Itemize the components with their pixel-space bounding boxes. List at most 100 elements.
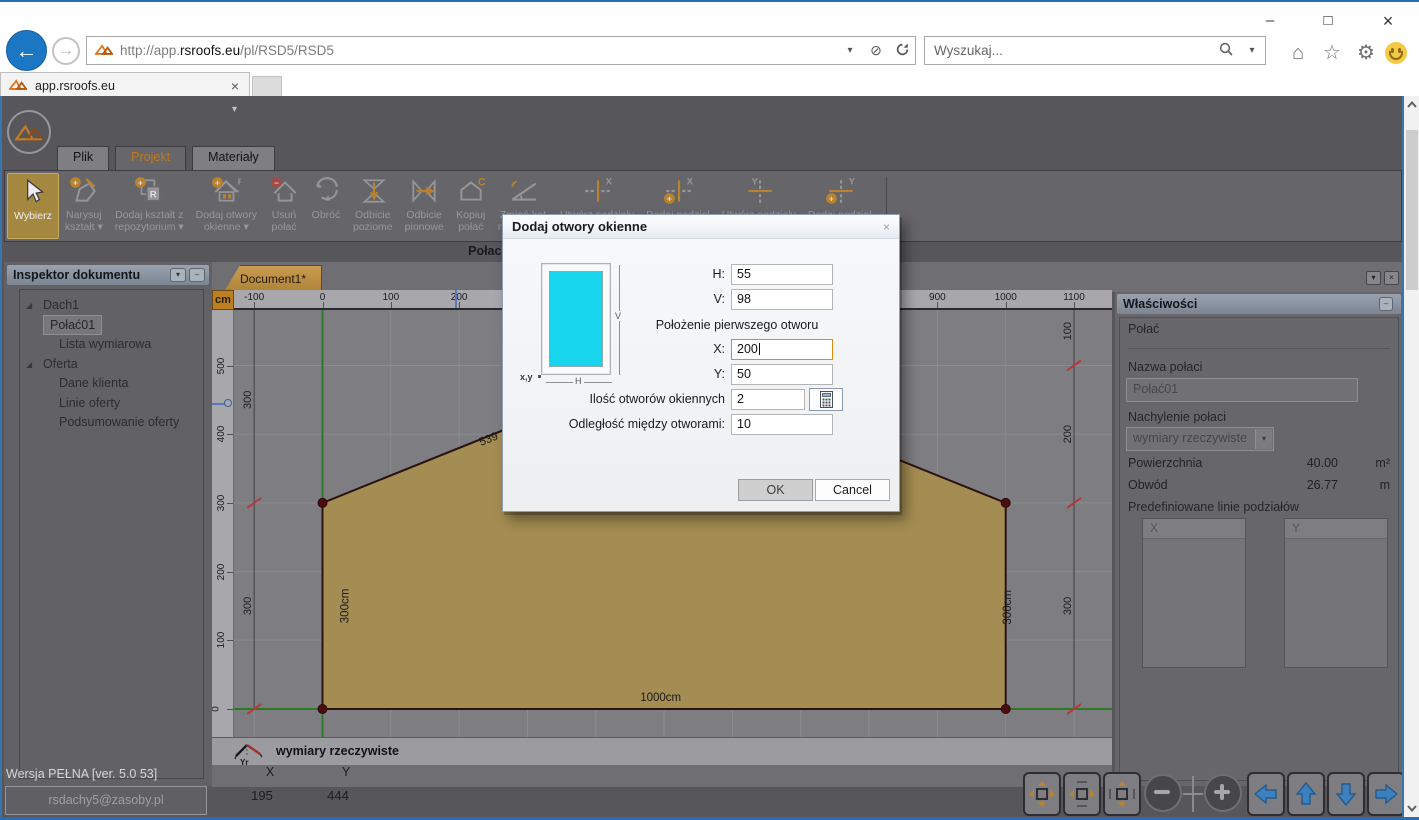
predefined-splits-label: Predefiniowane linie podziałów: [1128, 500, 1299, 514]
ok-button[interactable]: OK: [738, 479, 813, 501]
address-bar[interactable]: http://app.rsroofs.eu/pl/RSD5/RSD5 ▾ ⊘: [86, 36, 916, 65]
ruler-tick: [227, 503, 234, 504]
ribbon-tab-projekt[interactable]: Projekt: [115, 146, 186, 170]
search-icon[interactable]: [1213, 41, 1239, 60]
field-h-input[interactable]: 55: [731, 264, 833, 285]
ribbon-button-mirror-vertical[interactable]: Odbiciepionowe: [399, 173, 450, 239]
scroll-down-icon[interactable]: [1404, 800, 1419, 817]
split-list-y[interactable]: Y: [1284, 518, 1388, 668]
pan-up-button[interactable]: [1287, 772, 1325, 816]
calculator-button[interactable]: [809, 388, 843, 411]
address-dropdown-icon[interactable]: ▾: [837, 45, 863, 56]
app-logo-icon[interactable]: [7, 110, 51, 154]
tree-item[interactable]: Linie oferty: [59, 394, 120, 413]
ribbon-button-draw-shape[interactable]: +Narysujkształt ▾: [59, 173, 109, 239]
zoom-in-button[interactable]: [1204, 774, 1242, 812]
browser-chrome: – □ × ← → http://app.rsroofs.eu/pl/RSD5/…: [0, 2, 1419, 96]
svg-text:300cm: 300cm: [339, 589, 351, 624]
tree-item[interactable]: Lista wymiarowa: [59, 335, 151, 354]
metric-value: 26.77: [1240, 478, 1338, 492]
ruler-unit-box[interactable]: cm: [212, 290, 234, 310]
cancel-button[interactable]: Cancel: [815, 479, 890, 501]
new-tab-button[interactable]: [252, 76, 282, 98]
document-tab[interactable]: Document1*: [224, 265, 322, 292]
svg-text:+: +: [667, 194, 672, 204]
tree-item[interactable]: Podsumowanie oferty: [59, 413, 179, 432]
roof-name-input[interactable]: Połać01: [1126, 378, 1358, 402]
tree-expander-icon[interactable]: ◢: [26, 301, 32, 310]
inspector-tree: ◢ Dach1Połać01Lista wymiarowa ◢ OfertaDane …: [19, 289, 204, 779]
feedback-smiley-icon[interactable]: [1385, 42, 1407, 64]
tree-item[interactable]: Oferta: [43, 355, 78, 374]
field-count-input[interactable]: 2: [731, 389, 805, 410]
svg-text:90°: 90°: [321, 184, 334, 194]
browser-tab[interactable]: app.rsroofs.eu ×: [0, 72, 250, 98]
favorites-star-icon[interactable]: ☆: [1317, 40, 1347, 66]
inspector-minimize-button[interactable]: –: [189, 268, 205, 282]
back-button[interactable]: ←: [6, 30, 47, 71]
dialog-title[interactable]: Dodaj otwory okienne: [503, 215, 899, 239]
tree-item-połać01[interactable]: Połać01: [43, 315, 102, 335]
quick-access-caret-icon[interactable]: ▾: [232, 104, 237, 115]
field-v-input[interactable]: 98: [731, 289, 833, 310]
ribbon-tab-materiały[interactable]: Materiały: [192, 146, 275, 170]
settings-gear-icon[interactable]: ⚙: [1351, 40, 1381, 66]
ribbon-button-repo-shape[interactable]: R+Dodaj kształt zrepozytorium ▾: [109, 173, 190, 239]
ribbon-button-remove-roof[interactable]: –Usuńpołać: [263, 173, 305, 239]
svg-text:X: X: [606, 177, 612, 188]
rotate-90-icon: 90°: [311, 176, 341, 206]
stop-icon[interactable]: ⊘: [863, 42, 889, 59]
pan-right-button[interactable]: [1367, 772, 1404, 816]
select-caret-icon[interactable]: ▾: [1255, 429, 1272, 449]
document-dropdown-button[interactable]: ▾: [1366, 271, 1381, 285]
ribbon-button-copy-roof[interactable]: CKopiujpołać: [450, 173, 492, 239]
tab-close-icon[interactable]: ×: [231, 78, 239, 94]
fit-height-button[interactable]: [1103, 772, 1141, 816]
pan-left-button[interactable]: [1247, 772, 1285, 816]
field-y-input[interactable]: 50: [731, 364, 833, 385]
ruler-label: 500: [216, 357, 227, 374]
ribbon-button-add-window[interactable]: R+Dodaj otworyokienne ▾: [190, 173, 263, 239]
tree-expander-icon[interactable]: ◢: [26, 360, 32, 369]
tree-item[interactable]: Dane klienta: [59, 374, 129, 393]
tree-item[interactable]: Dach1: [43, 296, 79, 315]
properties-minimize-button[interactable]: –: [1379, 297, 1393, 311]
ribbon-button-mirror-horizontal[interactable]: Odbiciepoziome: [347, 173, 399, 239]
browser-scrollbar[interactable]: [1404, 96, 1419, 817]
dialog-close-icon[interactable]: ×: [883, 220, 890, 234]
scrollbar-thumb[interactable]: [1406, 130, 1418, 290]
fit-all-button[interactable]: [1023, 772, 1061, 816]
change-angle-icon: [508, 176, 538, 206]
fit-width-button[interactable]: [1063, 772, 1101, 816]
inspector-dropdown-button[interactable]: ▾: [170, 268, 186, 282]
search-placeholder: Wyszukaj...: [925, 43, 1213, 58]
properties-header[interactable]: Właściwości: [1117, 294, 1401, 314]
slope-mode-select[interactable]: wymiary rzeczywiste ▾: [1126, 427, 1274, 451]
svg-text:Y: Y: [751, 177, 758, 188]
ruler-label: 300: [216, 495, 227, 512]
field-x-input[interactable]: 200: [731, 339, 833, 360]
pan-down-button[interactable]: [1327, 772, 1365, 816]
ruler-label: 0: [320, 292, 326, 303]
document-close-button[interactable]: ×: [1384, 271, 1399, 285]
account-label: rsdachy5@zasoby.pl: [5, 786, 207, 815]
zoom-out-icon: [1149, 779, 1177, 807]
search-input[interactable]: Wyszukaj... ▾: [924, 36, 1266, 65]
ribbon-button-cursor[interactable]: Wybierz: [7, 173, 59, 239]
ribbon-tab-bar: PlikProjektMateriały: [57, 146, 281, 170]
ruler-tick: [227, 572, 234, 573]
home-icon[interactable]: ⌂: [1283, 40, 1313, 66]
roof-name-label: Nazwa połaci: [1128, 360, 1202, 374]
ruler-label: 1000: [995, 292, 1017, 303]
split-list-x[interactable]: X: [1142, 518, 1246, 668]
zoom-out-button[interactable]: [1144, 774, 1182, 812]
search-dropdown-icon[interactable]: ▾: [1239, 45, 1265, 56]
ruler-cursor-marker-x: [455, 290, 457, 310]
svg-text:X: X: [686, 177, 692, 188]
forward-button[interactable]: →: [52, 37, 80, 65]
field-spacing-input[interactable]: 10: [731, 414, 833, 435]
ribbon-button-rotate-90[interactable]: 90°Obróć: [305, 173, 347, 239]
refresh-icon[interactable]: [889, 42, 915, 60]
ribbon-tab-plik[interactable]: Plik: [57, 146, 109, 170]
scroll-up-icon[interactable]: [1404, 96, 1419, 113]
